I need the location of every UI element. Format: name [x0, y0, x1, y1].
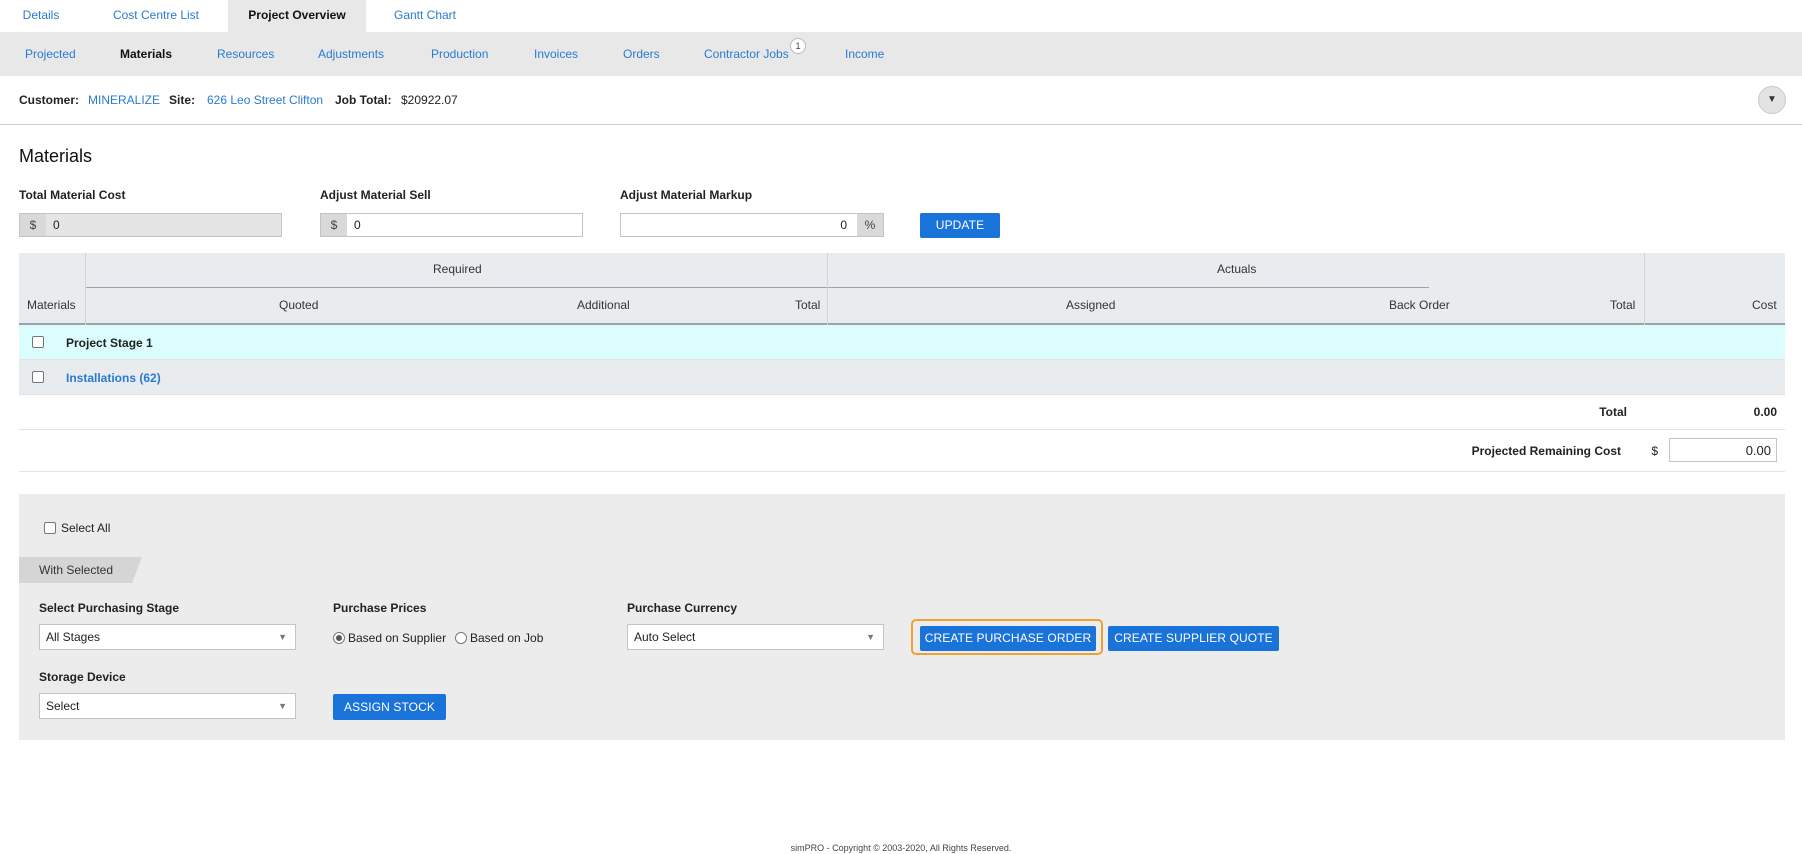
dropdown-caret-icon: ▼	[278, 701, 287, 711]
purchase-prices-label: Purchase Prices	[333, 601, 427, 615]
tab-gantt-chart[interactable]: Gantt Chart	[378, 0, 472, 32]
site-label: Site:	[169, 93, 196, 107]
subtab-contractor-jobs[interactable]: Contractor Jobs	[704, 32, 789, 76]
table-row-stage[interactable]: Project Stage 1	[19, 325, 1785, 360]
subtab-production[interactable]: Production	[431, 32, 488, 76]
purchasing-stage-value: All Stages	[46, 630, 101, 644]
subtab-adjustments[interactable]: Adjustments	[318, 32, 384, 76]
purchase-currency-select[interactable]: Auto Select ▼	[627, 624, 884, 650]
select-all-checkbox[interactable]	[44, 522, 56, 534]
chevron-down-icon: ▼	[1767, 94, 1777, 105]
stage-checkbox[interactable]	[32, 336, 44, 348]
sub-tab-bar: Projected Materials Resources Adjustment…	[0, 32, 1802, 76]
adjust-material-sell-value: 0	[354, 218, 361, 232]
assign-stock-button[interactable]: ASSIGN STOCK	[333, 694, 446, 720]
select-all-label: Select All	[61, 521, 111, 535]
purchasing-stage-label: Select Purchasing Stage	[39, 601, 180, 615]
table-row-installations[interactable]: Installations (62)	[19, 360, 1785, 395]
currency-addon: $	[321, 214, 347, 236]
storage-device-value: Select	[46, 699, 80, 713]
header-required: Required	[433, 262, 482, 276]
page-title: Materials	[19, 146, 93, 166]
header-total-actuals: Total	[1610, 298, 1636, 312]
header-cost: Cost	[1752, 298, 1777, 312]
subtab-resources[interactable]: Resources	[217, 32, 274, 76]
dropdown-caret-icon: ▼	[866, 632, 875, 642]
projected-remaining-currency: $	[1651, 444, 1658, 458]
header-additional: Additional	[577, 298, 630, 312]
storage-device-select[interactable]: Select ▼	[39, 693, 296, 719]
header-total-required: Total	[795, 298, 821, 312]
adjust-material-markup-input[interactable]: 0 %	[620, 213, 884, 237]
with-selected-label: With Selected	[39, 563, 114, 577]
total-material-cost-field: $ 0	[19, 213, 282, 237]
tab-project-overview[interactable]: Project Overview	[228, 0, 366, 32]
job-total-value: $20922.07	[401, 93, 458, 107]
projected-remaining-input[interactable]: 0.00	[1669, 438, 1777, 462]
purchase-currency-value: Auto Select	[634, 630, 696, 644]
customer-label: Customer:	[19, 93, 80, 107]
with-selected-panel: Select All With Selected Select Purchasi…	[19, 494, 1785, 740]
percent-addon: %	[857, 214, 883, 236]
header-assigned: Assigned	[1066, 298, 1116, 312]
adjust-material-sell-input[interactable]: $ 0	[320, 213, 583, 237]
projected-remaining-label: Projected Remaining Cost	[1471, 444, 1621, 458]
subtab-projected[interactable]: Projected	[25, 32, 76, 76]
subtab-invoices[interactable]: Invoices	[534, 32, 578, 76]
header-back-order: Back Order	[1389, 298, 1450, 312]
with-selected-tab: With Selected	[19, 557, 142, 583]
header-actuals: Actuals	[1217, 262, 1257, 276]
adjust-material-markup-label: Adjust Material Markup	[620, 188, 753, 202]
total-material-cost-value: 0	[53, 218, 60, 232]
table-header	[19, 253, 1785, 325]
dropdown-caret-icon: ▼	[278, 632, 287, 642]
total-label: Total	[1599, 405, 1627, 419]
total-material-cost-label: Total Material Cost	[19, 188, 126, 202]
subtab-materials[interactable]: Materials	[120, 32, 172, 76]
stage-name: Project Stage 1	[66, 336, 153, 350]
installations-link[interactable]: Installations (62)	[66, 371, 161, 385]
collapse-toggle-button[interactable]: ▼	[1758, 86, 1786, 114]
header-materials: Materials	[27, 298, 76, 312]
projected-remaining-value: 0.00	[1745, 443, 1771, 458]
table-row-total: Total 0.00	[19, 395, 1785, 430]
site-link[interactable]: 626 Leo Street Clifton	[207, 93, 323, 107]
footer-copyright: simPRO - Copyright © 2003-2020, All Righ…	[790, 843, 1012, 853]
purchase-currency-label: Purchase Currency	[627, 601, 738, 615]
customer-link[interactable]: MINERALIZE	[88, 93, 160, 107]
storage-device-label: Storage Device	[39, 670, 126, 684]
update-button[interactable]: UPDATE	[920, 213, 1000, 238]
total-value: 0.00	[1753, 405, 1777, 419]
top-tab-bar: Details Cost Centre List Project Overvie…	[0, 0, 1802, 32]
subtab-orders[interactable]: Orders	[623, 32, 660, 76]
create-supplier-quote-button[interactable]: CREATE SUPPLIER QUOTE	[1108, 626, 1279, 651]
create-purchase-order-button[interactable]: CREATE PURCHASE ORDER	[920, 626, 1096, 651]
adjust-material-sell-label: Adjust Material Sell	[320, 188, 431, 202]
currency-addon: $	[20, 214, 46, 236]
job-total-label: Job Total:	[335, 93, 392, 107]
based-on-job-radio[interactable]	[455, 632, 467, 644]
tab-cost-centre-list[interactable]: Cost Centre List	[96, 0, 216, 32]
contractor-jobs-badge: 1	[790, 38, 806, 54]
based-on-supplier-radio[interactable]	[333, 632, 345, 644]
adjust-material-markup-value: 0	[840, 218, 847, 232]
installations-checkbox[interactable]	[32, 371, 44, 383]
header-quoted: Quoted	[279, 298, 319, 312]
based-on-supplier-label: Based on Supplier	[348, 631, 447, 645]
based-on-job-label: Based on Job	[470, 631, 544, 645]
table-row-projected-remaining: Projected Remaining Cost $ 0.00	[19, 430, 1785, 472]
purchasing-stage-select[interactable]: All Stages ▼	[39, 624, 296, 650]
tab-details[interactable]: Details	[0, 0, 82, 32]
job-info-bar: Customer: MINERALIZE Site: 626 Leo Stree…	[0, 76, 1802, 125]
subtab-income[interactable]: Income	[845, 32, 884, 76]
